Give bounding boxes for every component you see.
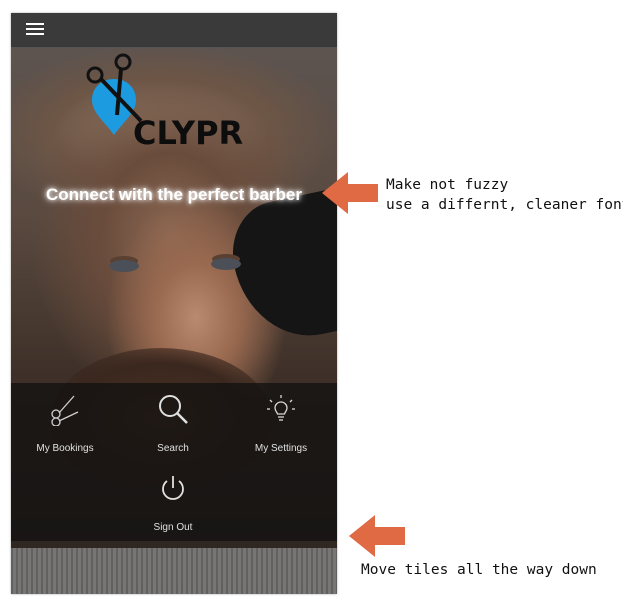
hamburger-icon[interactable] xyxy=(26,23,44,37)
font-annotation-line2: use a differnt, cleaner font xyxy=(386,197,623,213)
tile-panel: My Bookings Search My Settings Sign Out xyxy=(11,383,337,541)
lightbulb-icon xyxy=(267,395,295,421)
my-settings-tile[interactable]: My Settings xyxy=(227,383,335,461)
phone-screen: CLYPR Connect with the perfect barber My… xyxy=(11,13,337,594)
tile-label: Search xyxy=(157,443,189,454)
tiles-annotation: Move tiles all the way down xyxy=(361,562,597,578)
tile-label: My Settings xyxy=(254,443,308,454)
power-icon xyxy=(162,476,184,500)
logo-scissors-icon xyxy=(86,53,143,123)
tagline: Connect with the perfect barber xyxy=(46,185,302,204)
annotation-arrow-left-icon xyxy=(349,515,405,557)
font-annotation-line1: Make not fuzzy xyxy=(386,177,509,193)
tile-label: Sign Out xyxy=(153,522,193,533)
sign-out-tile[interactable]: Sign Out xyxy=(119,462,227,540)
logo-wordmark: CLYPR xyxy=(133,114,244,152)
search-tile[interactable]: Search xyxy=(119,383,227,461)
search-icon xyxy=(159,395,188,424)
tile-label: My Bookings xyxy=(36,443,94,454)
app-header xyxy=(11,13,337,48)
my-bookings-tile[interactable]: My Bookings xyxy=(11,383,119,461)
scissors-icon xyxy=(51,395,79,426)
